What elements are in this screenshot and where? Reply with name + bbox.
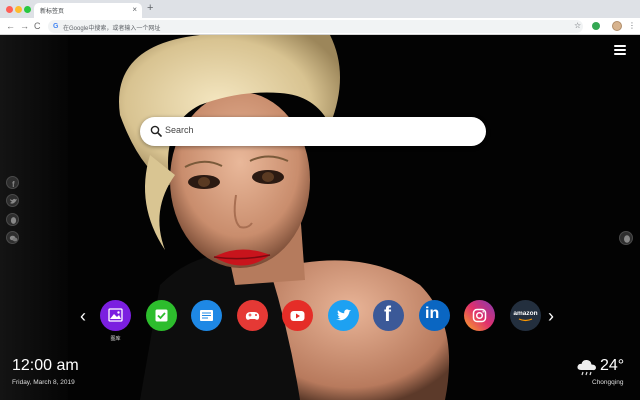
notes-app-button[interactable] xyxy=(191,300,222,331)
bookmark-star-icon[interactable]: ☆ xyxy=(574,21,581,30)
weather-city: Chongqing xyxy=(592,379,624,386)
active-tab[interactable]: 新标签页 × xyxy=(34,3,142,18)
forward-button[interactable]: → xyxy=(20,21,29,31)
clock-time: 12:00 am xyxy=(12,357,79,374)
amazon-smile-icon xyxy=(518,318,533,322)
twitter-app-button[interactable] xyxy=(328,300,359,331)
search-bar[interactable]: Search xyxy=(140,117,486,146)
facebook-icon: f xyxy=(384,303,391,326)
qq-share-icon[interactable] xyxy=(6,213,19,226)
twitter-share-icon[interactable] xyxy=(6,194,19,207)
browser-toolbar: ← → C G 在Google中搜索，或者输入一个网址 ☆ ⋮ xyxy=(0,18,640,35)
search-icon xyxy=(150,125,162,137)
gallery-icon xyxy=(108,308,123,322)
address-bar[interactable]: G 在Google中搜索，或者输入一个网址 xyxy=(48,20,583,33)
close-window-button[interactable] xyxy=(6,6,13,13)
tasks-app-button[interactable] xyxy=(146,300,177,331)
twitter-icon xyxy=(336,309,351,321)
gamepad-icon xyxy=(245,312,260,320)
checklist-icon xyxy=(155,309,168,322)
search-input[interactable]: Search xyxy=(165,125,194,135)
linkedin-icon: in xyxy=(425,305,440,322)
google-icon: G xyxy=(53,23,59,30)
new-tab-page: Search f ‹ › 图库 f in amazon 12:00 am Fri… xyxy=(0,35,640,400)
svg-text:f: f xyxy=(12,180,15,188)
wechat-share-icon[interactable] xyxy=(6,231,19,244)
facebook-share-icon[interactable]: f xyxy=(6,176,19,189)
carousel-prev-button[interactable]: ‹ xyxy=(80,306,86,326)
profile-avatar[interactable] xyxy=(612,21,622,31)
gallery-app-button[interactable] xyxy=(100,300,131,331)
browser-menu-button[interactable]: ⋮ xyxy=(628,21,636,30)
youtube-app-button[interactable] xyxy=(282,300,313,331)
address-bar-placeholder: 在Google中搜索，或者输入一个网址 xyxy=(63,26,161,32)
minimize-window-button[interactable] xyxy=(15,6,22,13)
youtube-icon xyxy=(290,311,305,321)
instagram-app-button[interactable] xyxy=(464,300,495,331)
instagram-icon xyxy=(472,308,487,323)
amazon-app-button[interactable]: amazon xyxy=(510,300,541,331)
games-app-button[interactable] xyxy=(237,300,268,331)
menu-icon[interactable] xyxy=(614,45,626,55)
notes-icon xyxy=(200,310,213,321)
clock-date: Friday, March 8, 2019 xyxy=(12,379,75,386)
linkedin-app-button[interactable]: in xyxy=(419,300,450,331)
qq-chat-icon[interactable] xyxy=(619,231,633,245)
facebook-app-button[interactable]: f xyxy=(373,300,404,331)
tab-strip: 新标签页 × + xyxy=(0,0,640,18)
wallpaper-portrait xyxy=(0,35,640,400)
weather-temperature: 24° xyxy=(600,357,625,374)
new-tab-button[interactable]: + xyxy=(147,2,153,15)
carousel-next-button[interactable]: › xyxy=(548,306,554,326)
cloud-rain-icon xyxy=(577,359,596,376)
gallery-app-label: 图库 xyxy=(110,336,121,342)
reload-button[interactable]: C xyxy=(34,21,41,31)
maximize-window-button[interactable] xyxy=(24,6,31,13)
back-button[interactable]: ← xyxy=(6,21,15,31)
extension-icon[interactable] xyxy=(592,22,600,30)
tab-title: 新标签页 xyxy=(40,9,65,15)
tab-close-button[interactable]: × xyxy=(132,5,137,15)
